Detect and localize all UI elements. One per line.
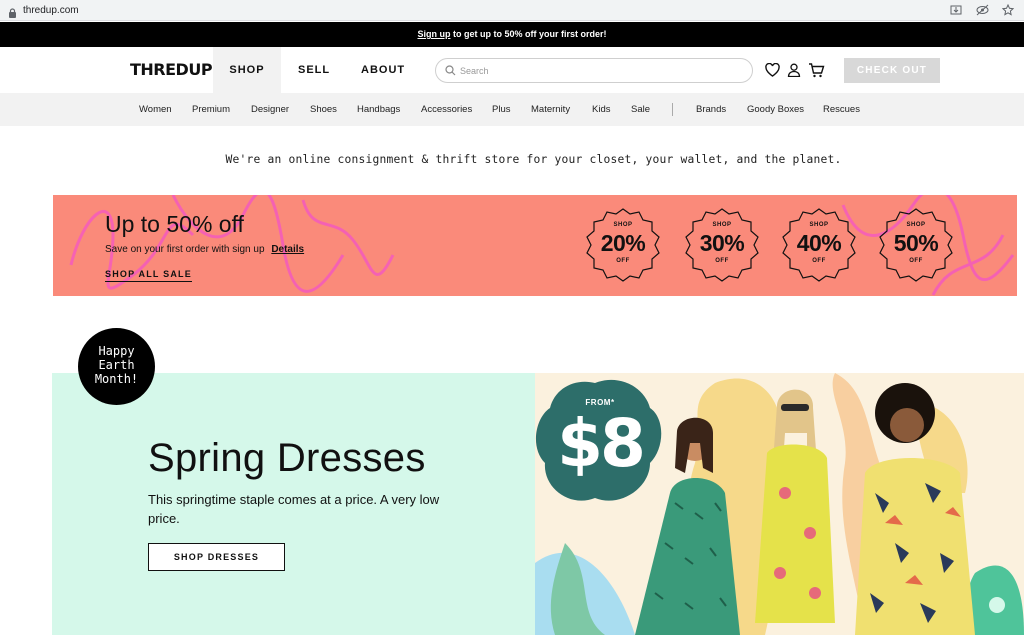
badge-20-off[interactable]: SHOP 20% OFF xyxy=(585,207,661,283)
search-box[interactable] xyxy=(435,58,753,83)
sale-subtitle-text: Save on your first order with sign up xyxy=(105,244,265,255)
badge-percent: 40% xyxy=(796,230,842,256)
site-header: THREDUP SHOP SELL ABOUT CHECK OUT xyxy=(0,47,1024,93)
badge-off-label: OFF xyxy=(616,258,630,264)
spring-title: Spring Dresses xyxy=(148,436,426,480)
category-rescues[interactable]: Rescues xyxy=(823,93,860,126)
eye-off-icon[interactable] xyxy=(976,3,990,17)
heart-icon[interactable] xyxy=(765,62,781,78)
sale-subtitle: Save on your first order with sign up De… xyxy=(105,244,304,255)
category-premium[interactable]: Premium xyxy=(192,93,230,126)
badge-off-label: OFF xyxy=(715,258,729,264)
badge-shop-label: SHOP xyxy=(809,222,829,228)
browser-url[interactable]: thredup.com xyxy=(23,5,79,16)
sale-title: Up to 50% off xyxy=(105,211,244,237)
shop-all-sale-link[interactable]: SHOP ALL SALE xyxy=(105,269,192,282)
cart-icon[interactable] xyxy=(808,63,825,78)
promo-text: to get up to 50% off your first order! xyxy=(450,29,607,39)
badge-shop-label: SHOP xyxy=(712,222,732,228)
install-icon[interactable] xyxy=(950,3,964,17)
spring-dresses-photo[interactable]: FROM* $8 xyxy=(535,373,1024,635)
category-accessories[interactable]: Accessories xyxy=(421,93,472,126)
earth-badge-line: Happy xyxy=(98,344,135,358)
star-icon[interactable] xyxy=(1001,3,1016,17)
search-icon xyxy=(445,65,456,76)
category-goody-boxes[interactable]: Goody Boxes xyxy=(747,93,804,126)
account-icon[interactable] xyxy=(787,63,803,78)
spring-description: This springtime staple comes at a price.… xyxy=(148,492,440,526)
category-sale[interactable]: Sale xyxy=(631,93,650,126)
badge-40-off[interactable]: SHOP 40% OFF xyxy=(781,207,857,283)
badge-30-off[interactable]: SHOP 30% OFF xyxy=(684,207,760,283)
browser-address-bar: thredup.com xyxy=(0,0,1024,21)
badge-percent: 50% xyxy=(893,230,939,256)
category-shoes[interactable]: Shoes xyxy=(310,93,337,126)
search-input[interactable] xyxy=(460,62,740,79)
price-value: $8 xyxy=(557,405,646,482)
sale-banner[interactable]: Up to 50% off Save on your first order w… xyxy=(53,195,1017,296)
checkout-button[interactable]: CHECK OUT xyxy=(844,58,940,83)
category-nav: Women Premium Designer Shoes Handbags Ac… xyxy=(0,93,1024,126)
badge-percent: 20% xyxy=(600,230,646,256)
badge-shop-label: SHOP xyxy=(613,222,633,228)
details-link[interactable]: Details xyxy=(271,244,304,255)
earth-badge-line: Month! xyxy=(94,372,139,386)
shop-dresses-button[interactable]: SHOP DRESSES xyxy=(148,543,285,571)
nav-about[interactable]: ABOUT xyxy=(361,47,405,93)
promo-strip[interactable]: Sign up to get up to 50% off your first … xyxy=(0,22,1024,47)
badge-off-label: OFF xyxy=(909,258,923,264)
category-maternity[interactable]: Maternity xyxy=(531,93,570,126)
thredup-logo[interactable]: THREDUP xyxy=(130,60,213,79)
nav-shop[interactable]: SHOP xyxy=(213,47,281,93)
badge-off-label: OFF xyxy=(812,258,826,264)
category-plus[interactable]: Plus xyxy=(492,93,510,126)
category-designer[interactable]: Designer xyxy=(251,93,289,126)
lock-icon xyxy=(8,5,17,18)
earth-badge-line: Earth xyxy=(98,358,135,372)
category-brands[interactable]: Brands xyxy=(696,93,726,126)
badge-50-off[interactable]: SHOP 50% OFF xyxy=(878,207,954,283)
category-kids[interactable]: Kids xyxy=(592,93,610,126)
tagline: We're an online consignment & thrift sto… xyxy=(225,153,842,166)
earth-month-badge: Happy Earth Month! xyxy=(78,328,155,405)
badge-percent: 30% xyxy=(699,230,745,256)
category-women[interactable]: Women xyxy=(139,93,172,126)
nav-sell[interactable]: SELL xyxy=(298,47,330,93)
category-handbags[interactable]: Handbags xyxy=(357,93,400,126)
promo-signup-link[interactable]: Sign up xyxy=(417,29,450,39)
badge-shop-label: SHOP xyxy=(906,222,926,228)
spring-dresses-panel: Spring Dresses This springtime staple co… xyxy=(52,373,535,635)
category-divider xyxy=(672,103,673,116)
